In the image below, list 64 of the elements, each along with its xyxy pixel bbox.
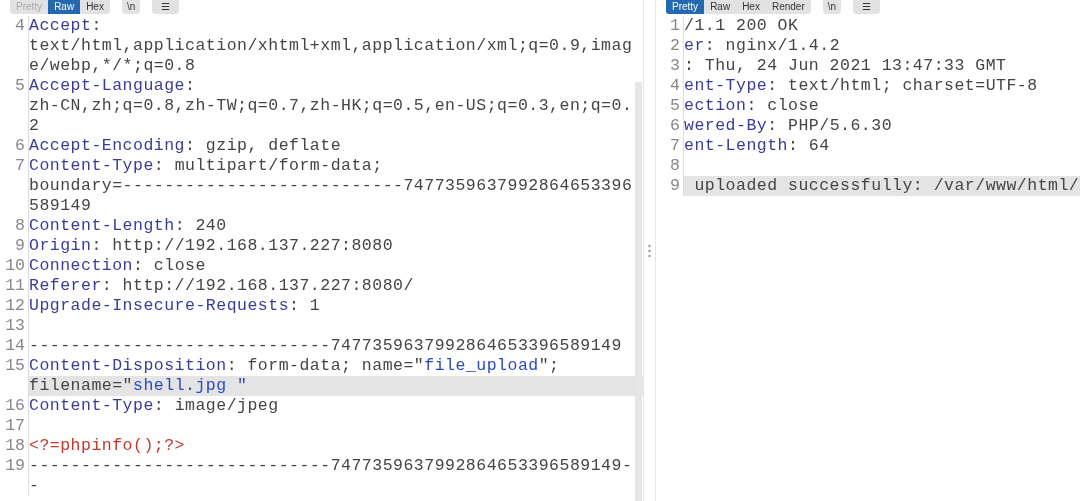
code-line: -: [29, 476, 41, 496]
view-tab[interactable]: Pretty: [666, 0, 705, 14]
scrollbar[interactable]: [635, 82, 642, 501]
line-number: 5: [656, 96, 684, 116]
code-line: Accept:: [29, 16, 103, 36]
menu-button[interactable]: ☰: [152, 0, 180, 14]
code-line: Accept-Encoding: gzip, deflate: [29, 136, 343, 156]
line-number: 14: [0, 336, 29, 356]
line-number: 8: [656, 156, 684, 176]
line-number: 6: [0, 136, 29, 156]
line-number: 9: [0, 236, 29, 256]
line-number: 5: [0, 76, 29, 96]
line-number: 13: [0, 316, 29, 336]
code-line: <?=phpinfo();?>: [29, 436, 187, 456]
view-tab[interactable]: Hex: [736, 0, 766, 14]
line-number: 16: [0, 396, 29, 416]
code-line: 589149: [29, 196, 93, 216]
code-line: 2: [29, 116, 41, 136]
view-tab[interactable]: Render: [765, 0, 811, 14]
code-line: Content-Length: 240: [29, 216, 228, 236]
line-number: 4: [656, 76, 684, 96]
newline-button[interactable]: \n: [121, 0, 141, 14]
code-line: wered-By: PHP/5.6.30: [684, 116, 894, 136]
code-line: Connection: close: [29, 256, 207, 276]
code-line: er: nginx/1.4.2: [684, 36, 842, 56]
line-number: 4: [0, 16, 29, 36]
view-tab[interactable]: Raw: [48, 0, 81, 14]
line-number: 17: [0, 416, 29, 436]
line-number: 2: [656, 36, 684, 56]
code-line: text/html,application/xhtml+xml,application/xml;q=0.9,imag: [29, 36, 634, 56]
line-number: 8: [0, 216, 29, 236]
code-line: zh-CN,zh;q=0.8,zh-TW;q=0.7,zh-HK;q=0.5,en-US;q=0.3,en;q=0.: [29, 96, 634, 116]
code-line: Origin: http://192.168.137.227:8080: [29, 236, 395, 256]
code-line: -----------------------------7477359637992864653396589149-: [29, 456, 634, 476]
line-number: 18: [0, 436, 29, 456]
line-number: 3: [656, 56, 684, 76]
line-number: 12: [0, 296, 29, 316]
code-line: : Thu, 24 Jun 2021 13:47:33 GMT: [684, 56, 1008, 76]
code-line: ection: close: [684, 96, 821, 116]
line-number: 19: [0, 456, 29, 476]
line-number: 7: [0, 156, 29, 176]
line-number: 6: [656, 116, 684, 136]
code-line: Content-Disposition: form-data; name="file_upload";: [29, 356, 561, 376]
line-number: 1: [656, 16, 684, 36]
code-line: e/webp,*/*;q=0.8: [29, 56, 197, 76]
line-number: 15: [0, 356, 29, 376]
code-line: -----------------------------7477359637992864653396589149: [29, 336, 623, 356]
newline-button[interactable]: \n: [822, 0, 842, 14]
code-line: Content-Type: multipart/form-data;: [29, 156, 384, 176]
code-line: ent-Length: 64: [684, 136, 831, 156]
line-number: 11: [0, 276, 29, 296]
code-line: ent-Type: text/html; charset=UTF-8: [684, 76, 1039, 96]
view-tab[interactable]: Raw: [704, 0, 737, 14]
code-line: /1.1 200 OK: [684, 16, 800, 36]
code-line: Upgrade-Insecure-Requests: 1: [29, 296, 322, 316]
code-line: Referer: http://192.168.137.227:8080/: [29, 276, 415, 296]
menu-button[interactable]: ☰: [853, 0, 881, 14]
view-tab[interactable]: Hex: [80, 0, 110, 14]
splitter-grip-icon[interactable]: [648, 243, 651, 258]
code-line: Accept-Language:: [29, 76, 197, 96]
line-number: 7: [656, 136, 684, 156]
line-number: 10: [0, 256, 29, 276]
code-line: boundary=---------------------------7477359637992864653396: [29, 176, 634, 196]
code-line: Content-Type: image/jpeg: [29, 396, 280, 416]
